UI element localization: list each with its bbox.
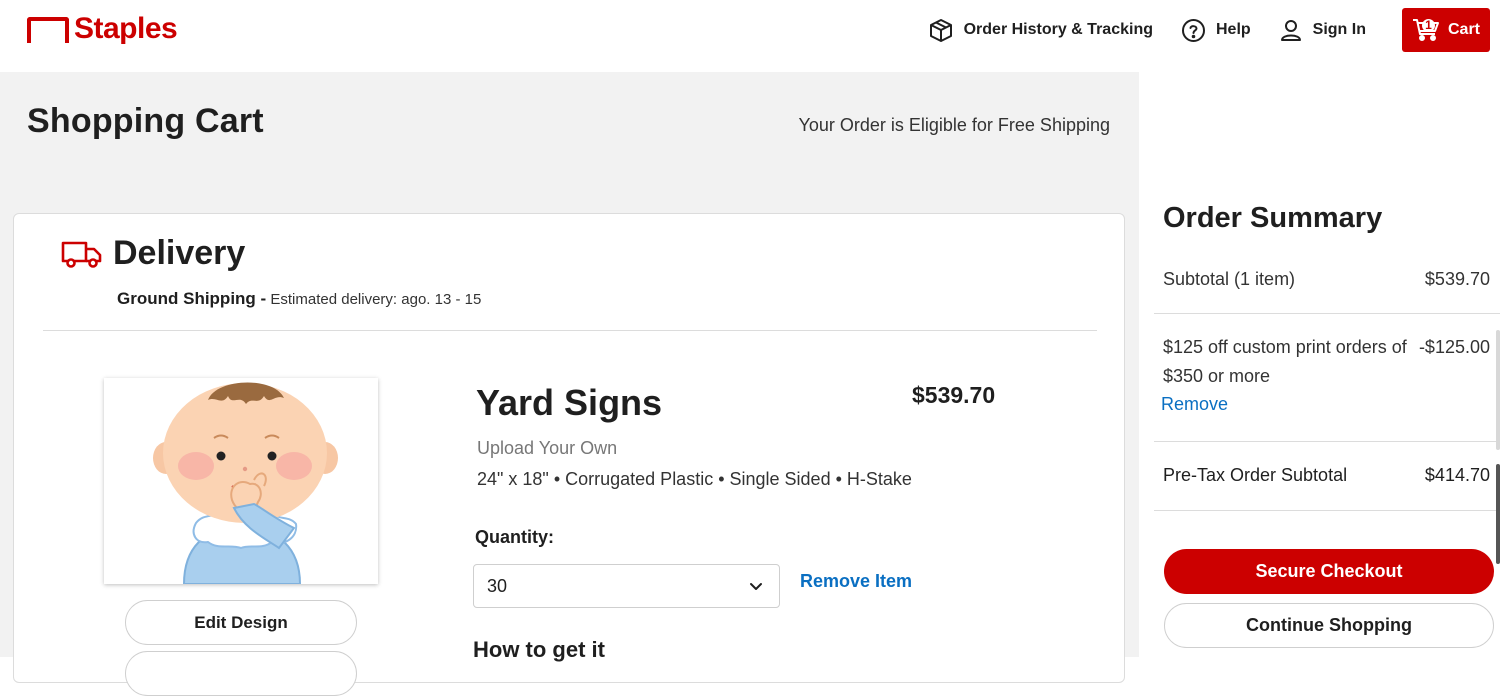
subtotal-value: $539.70 xyxy=(1424,269,1490,289)
staples-logo-mark xyxy=(27,17,69,43)
delivery-header: Delivery xyxy=(61,234,245,273)
cart-icon-wrap: 1 xyxy=(1412,18,1440,42)
delivery-card: Delivery Ground Shipping - Estimated del… xyxy=(13,213,1125,696)
product-specs: 24" x 18" • Corrugated Plastic • Single … xyxy=(477,469,912,489)
baby-illustration xyxy=(153,382,338,584)
truck-icon xyxy=(61,241,102,268)
secondary-design-button[interactable] xyxy=(125,651,357,696)
promo-label: $125 off custom print orders of $350 or … xyxy=(1163,337,1407,386)
order-summary-title: Order Summary xyxy=(1163,202,1383,234)
box-icon xyxy=(929,19,952,42)
chevron-down-icon xyxy=(750,583,762,590)
promo-row: $125 off custom print orders of $350 or … xyxy=(1163,333,1490,391)
cart-main: Shopping Cart Your Order is Eligible for… xyxy=(0,72,1139,696)
shipping-method: Ground Shipping - xyxy=(117,289,267,308)
help-link[interactable]: Help xyxy=(1181,18,1251,43)
promo-value: -$125.00 xyxy=(1418,337,1490,357)
product-thumbnail[interactable] xyxy=(104,378,378,584)
quantity-select[interactable]: 30 xyxy=(473,564,780,608)
cart-label: Cart xyxy=(1447,21,1480,38)
divider xyxy=(43,330,1097,331)
product-price: $539.70 xyxy=(912,382,996,408)
free-shipping-notice: Your Order is Eligible for Free Shipping xyxy=(798,115,1111,135)
cart-count-badge: 1 xyxy=(1421,19,1435,32)
pretax-row: Pre-Tax Order Subtotal $414.70 xyxy=(1163,465,1490,486)
subtotal-row: Subtotal (1 item) $539.70 xyxy=(1163,269,1490,290)
page-title: Shopping Cart xyxy=(27,102,264,140)
sign-in-link[interactable]: Sign In xyxy=(1279,18,1366,42)
shipping-info: Ground Shipping - Estimated delivery: ag… xyxy=(117,289,481,309)
site-header: Staples Order History & Tracking Help Si… xyxy=(0,0,1500,72)
remove-item-link[interactable]: Remove Item xyxy=(800,571,912,592)
pretax-label: Pre-Tax Order Subtotal xyxy=(1163,465,1348,485)
user-icon xyxy=(1280,20,1301,41)
edit-design-button[interactable]: Edit Design xyxy=(125,600,357,645)
remove-promo-link[interactable]: Remove xyxy=(1161,394,1228,415)
quantity-label: Quantity: xyxy=(475,527,554,547)
order-history-link[interactable]: Order History & Tracking xyxy=(928,17,1153,43)
delivery-title: Delivery xyxy=(113,234,246,272)
help-label: Help xyxy=(1215,21,1251,38)
order-summary: Order Summary Subtotal (1 item) $539.70 … xyxy=(1139,72,1500,657)
delivery-estimate: Estimated delivery: ago. 13 - 15 xyxy=(270,291,482,308)
summary-divider xyxy=(1154,313,1500,314)
summary-divider xyxy=(1154,441,1500,442)
pretax-value: $414.70 xyxy=(1424,465,1490,485)
sign-in-label: Sign In xyxy=(1312,21,1366,38)
quantity-value: 30 xyxy=(487,575,508,596)
staples-logo[interactable]: Staples xyxy=(27,12,178,46)
scrollbar-track[interactable] xyxy=(1496,330,1500,450)
scrollbar-thumb[interactable] xyxy=(1496,464,1500,564)
product-name[interactable]: Yard Signs xyxy=(476,382,662,424)
how-to-get-heading: How to get it xyxy=(473,637,605,662)
header-nav: Order History & Tracking Help Sign In 1 … xyxy=(900,8,1490,52)
continue-shopping-button[interactable]: Continue Shopping xyxy=(1164,603,1494,648)
secure-checkout-button[interactable]: Secure Checkout xyxy=(1164,549,1494,594)
help-circle-icon xyxy=(1181,18,1205,42)
cart-button[interactable]: 1 Cart xyxy=(1401,8,1490,52)
logo-text: Staples xyxy=(74,12,178,45)
product-subtitle: Upload Your Own xyxy=(477,438,618,458)
summary-divider xyxy=(1154,510,1500,511)
subtotal-label: Subtotal (1 item) xyxy=(1163,269,1296,289)
order-history-label: Order History & Tracking xyxy=(963,21,1153,38)
